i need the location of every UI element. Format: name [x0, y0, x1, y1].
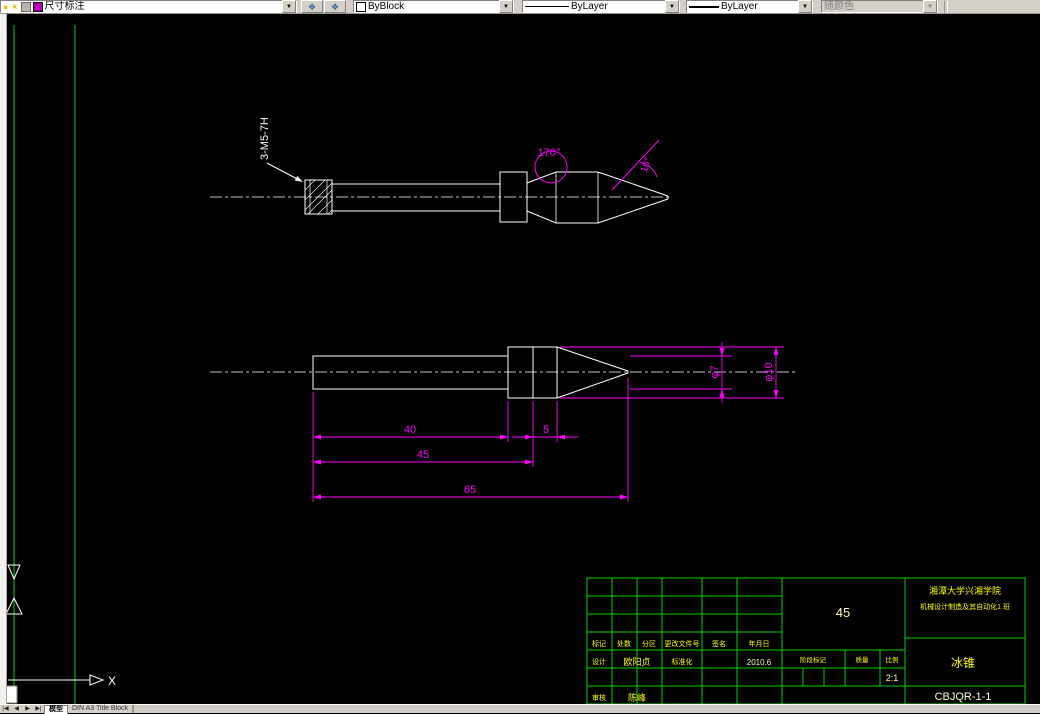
- tab-scroll-prev-button[interactable]: ◀: [11, 705, 22, 713]
- color-combo[interactable]: ByBlock ▼: [353, 0, 514, 13]
- thread-note-text[interactable]: 3-M5-7H: [259, 117, 271, 160]
- layer-on-icon[interactable]: ●: [3, 2, 8, 12]
- dim-40-text[interactable]: 40: [404, 424, 416, 436]
- layer-color-swatch[interactable]: [32, 1, 43, 12]
- tb-header-docno: 更改文件号: [665, 639, 700, 648]
- tab-scroll-first-button[interactable]: |◀: [0, 705, 11, 713]
- ucs-x-label: X: [108, 674, 116, 688]
- make-object-layer-current-button[interactable]: ❖: [301, 0, 323, 13]
- tb-organization-line1: 湘潭大学兴湘学院: [929, 585, 1001, 596]
- ucs-arrowhead-x: [89, 674, 105, 686]
- tb-design-signature: 欧阳贞: [623, 656, 650, 667]
- tab-scroll-next-button[interactable]: ▶: [22, 705, 33, 713]
- thread-leader-line[interactable]: [266, 162, 302, 182]
- tb-stage-label: 阶段标记: [800, 655, 827, 664]
- tab-scroll-last-button[interactable]: ▶|: [33, 705, 44, 713]
- dim-dia7-text[interactable]: φ7: [709, 365, 721, 378]
- collar-bottom[interactable]: [507, 346, 534, 399]
- layer-dropdown-arrow[interactable]: ▼: [282, 0, 296, 13]
- layer-combo-value: 尺寸标注: [44, 1, 85, 12]
- color-combo-value: ByBlock: [368, 1, 405, 12]
- linetype-sample-icon: [525, 6, 569, 7]
- dim-5-text[interactable]: 5: [543, 424, 549, 436]
- tb-header-zone: 分区: [642, 639, 656, 648]
- layer-lock-icon[interactable]: [20, 1, 31, 12]
- tb-design-label: 设计: [592, 657, 606, 666]
- linetype-dropdown-arrow[interactable]: ▼: [665, 0, 679, 13]
- color-swatch: [356, 1, 366, 12]
- lineweight-combo-value: ByLayer: [721, 1, 758, 12]
- conical-tip[interactable]: [556, 346, 629, 399]
- layer-previous-button[interactable]: ❖: [324, 0, 346, 13]
- tb-scale-value: 2:1: [886, 673, 899, 683]
- tab-layout-din-a3[interactable]: DIN A3 Title Block: [68, 705, 134, 713]
- toolbar-separator: [944, 0, 948, 13]
- model-space-canvas[interactable]: 3-M5-7H 170° 10° 40 45 65 5 φ7 φ10 标记 处数…: [0, 0, 1040, 713]
- tb-material: 45: [836, 605, 850, 620]
- tip-cylinder[interactable]: [532, 346, 558, 399]
- tb-review-label: 审核: [592, 693, 606, 702]
- handle-outline[interactable]: [526, 171, 669, 224]
- shaft-body-bottom[interactable]: [312, 355, 509, 390]
- layout-tab-bar: |◀ ◀ ▶ ▶| 模型 DIN A3 Title Block: [0, 704, 1040, 714]
- plotstyle-combo-value: 随颜色: [824, 1, 854, 12]
- linetype-combo-value: ByLayer: [571, 1, 608, 12]
- tb-header-count: 处数: [617, 639, 631, 648]
- object-properties-toolbar: ● ☀ 尺寸标注 ▼ ❖ ❖ ByBlock ▼ ByLayer ▼ ByLay…: [0, 0, 1040, 14]
- part-bottom-view[interactable]: [210, 346, 795, 399]
- title-block[interactable]: 标记 处数 分区 更改文件号 签名 年月日 设计 欧阳贞 标准化 2010.6 …: [586, 577, 1026, 705]
- tb-review-signature: 陈峰: [628, 692, 646, 703]
- dim-45-text[interactable]: 45: [417, 449, 429, 461]
- layer-combo[interactable]: ● ☀ 尺寸标注 ▼: [0, 0, 297, 13]
- lineweight-sample-icon: [689, 5, 719, 8]
- horizontal-scrollbar[interactable]: [133, 705, 1040, 713]
- plotstyle-dropdown-arrow: ▼: [923, 0, 937, 13]
- lineweight-dropdown-arrow[interactable]: ▼: [798, 0, 812, 13]
- tb-scale-label: 比例: [886, 655, 899, 664]
- ucs-icon: [0, 564, 105, 704]
- left-dock-strip: [0, 14, 7, 704]
- dim-dia10-text[interactable]: φ10: [763, 362, 775, 381]
- tb-organization-line2: 机械设计制造及其自动化1 班: [920, 602, 1010, 611]
- sheet-frame-lines[interactable]: [13, 25, 76, 704]
- tb-header-sign: 签名: [712, 639, 726, 648]
- tb-part-name: 冰锥: [951, 656, 975, 670]
- layer-freeze-icon[interactable]: ☀: [10, 2, 18, 12]
- linetype-combo[interactable]: ByLayer ▼: [522, 0, 680, 13]
- title-block-labels: 标记 处数 分区 更改文件号 签名 年月日 设计 欧阳贞 标准化 2010.6 …: [592, 585, 1010, 703]
- angle-170-text[interactable]: 170°: [538, 147, 561, 159]
- shaft-body-top[interactable]: [331, 183, 501, 212]
- tb-drawing-number: CBJQR-1-1: [935, 691, 992, 703]
- dim-65-text[interactable]: 65: [464, 484, 476, 496]
- part-top-view[interactable]: [210, 162, 672, 224]
- tb-header-mark: 标记: [592, 639, 606, 648]
- tb-header-date: 年月日: [749, 639, 770, 648]
- plotstyle-combo: 随颜色 ▼: [821, 0, 938, 13]
- tb-weight-label: 质量: [856, 655, 870, 664]
- tab-model[interactable]: 模型: [44, 704, 68, 714]
- lineweight-combo[interactable]: ByLayer ▼: [686, 0, 813, 13]
- tb-date-value: 2010.6: [747, 658, 772, 667]
- tb-standard-label: 标准化: [672, 657, 693, 666]
- color-dropdown-arrow[interactable]: ▼: [499, 0, 513, 13]
- leader-arrowhead: [294, 176, 303, 182]
